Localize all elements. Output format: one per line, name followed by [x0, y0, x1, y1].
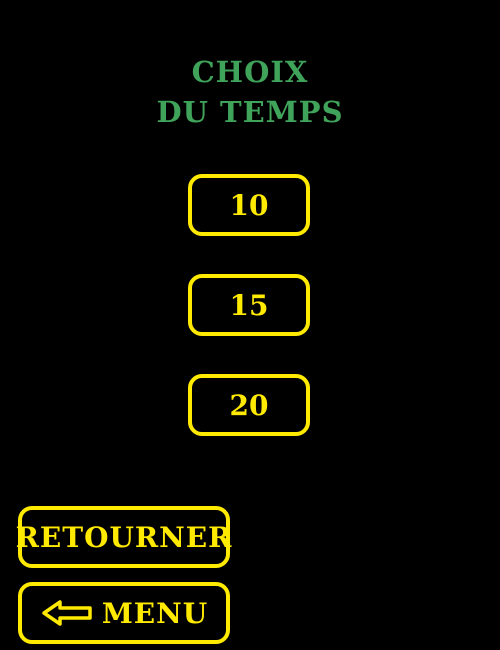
time-option-15-button[interactable]: 15: [188, 274, 310, 336]
page-title: CHOIX DU TEMPS: [0, 52, 500, 132]
title-line-1: CHOIX: [191, 55, 309, 89]
menu-button[interactable]: MENU: [18, 582, 230, 644]
time-option-10-button[interactable]: 10: [188, 174, 310, 236]
menu-label: MENU: [101, 596, 209, 630]
back-button[interactable]: RETOURNER: [16, 506, 231, 568]
arrow-left-icon: [40, 598, 94, 628]
time-option-20-button[interactable]: 20: [188, 374, 310, 436]
title-line-2: DU TEMPS: [156, 95, 344, 129]
